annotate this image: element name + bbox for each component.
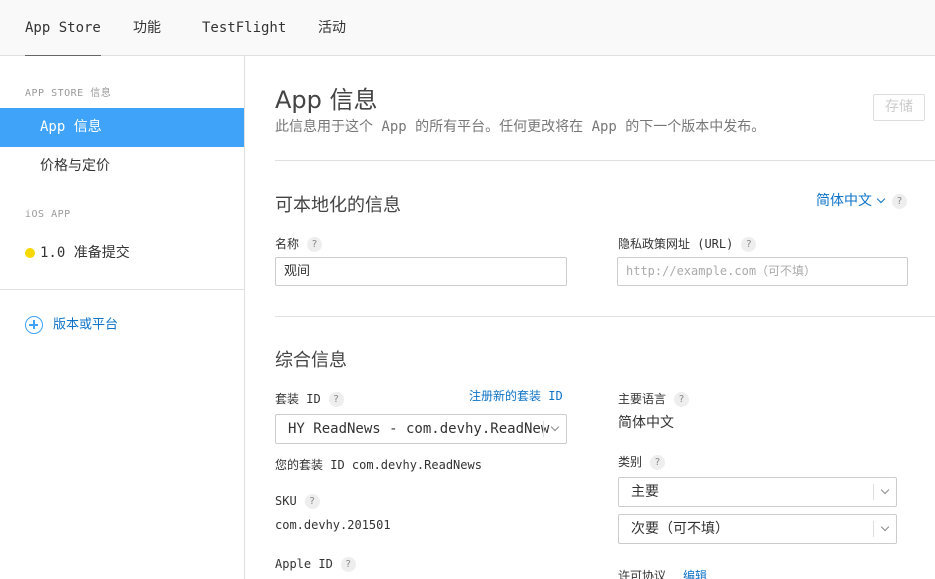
select-separator [873,484,874,500]
chevron-down-icon [880,485,890,495]
page-title: App 信息 [275,86,378,114]
version-label: 1.0 准备提交 [40,245,130,261]
sku-label: SKU? [275,494,320,509]
sidebar-section-ios-app: iOS APP [25,209,71,220]
divider [275,316,935,317]
select-separator [543,421,544,437]
help-icon[interactable]: ? [340,557,356,572]
tab-app-store[interactable]: App Store [25,0,101,57]
name-field[interactable]: 观间 [275,257,567,286]
select-separator [873,521,874,537]
status-dot-icon [25,248,35,258]
page-subtitle: 此信息用于这个 App 的所有平台。任何更改将在 App 的下一个版本中发布。 [275,119,766,135]
top-navigation: App Store 功能 TestFlight 活动 [0,0,935,57]
sidebar: APP STORE 信息 App 信息 价格与定价 iOS APP 1.0 准备… [0,56,245,579]
chevron-down-icon [550,422,560,432]
help-icon[interactable]: ? [892,194,907,209]
privacy-url-label: 隐私政策网址 (URL)? [618,235,757,252]
help-icon[interactable]: ? [307,237,323,252]
primary-category-value: 主要 [631,484,659,500]
tab-features[interactable]: 功能 [133,0,161,56]
help-icon[interactable]: ? [741,237,757,252]
chevron-down-icon [876,194,886,204]
sidebar-section-app-store: APP STORE 信息 [25,88,112,99]
apple-id-label: Apple ID? [275,557,356,572]
help-icon[interactable]: ? [328,392,344,407]
primary-language-value: 简体中文 [618,415,674,431]
help-icon[interactable]: ? [650,455,666,470]
category-label: 类别? [618,453,666,470]
language-selector-label: 简体中文 [816,193,872,209]
sidebar-item-version[interactable]: 1.0 准备提交 [25,242,130,264]
sidebar-divider [0,289,244,290]
chevron-down-icon [880,522,890,532]
license-agreement-label: 许可协议 [618,569,667,579]
language-selector[interactable]: 简体中文? [816,190,907,210]
primary-language-label: 主要语言? [618,390,690,407]
add-platform-label: 版本或平台 [53,317,119,333]
privacy-url-field[interactable]: http://example.com（可不填） [617,257,908,286]
name-label: 名称? [275,235,323,252]
bundle-id-label: 套装 ID? [275,390,344,407]
sidebar-item-pricing[interactable]: 价格与定价 [0,147,244,186]
license-edit-link[interactable]: 编辑 [683,567,707,579]
tab-activity[interactable]: 活动 [318,0,346,56]
section-title-general: 综合信息 [275,350,347,371]
register-bundle-id-link[interactable]: 注册新的套装 ID [469,387,563,404]
secondary-category-value: 次要（可不填） [631,521,729,537]
tab-testflight[interactable]: TestFlight [202,0,286,56]
save-button[interactable]: 存储 [873,94,925,121]
bundle-id-select[interactable]: HY ReadNews - com.devhy.ReadNew [275,414,567,444]
divider [275,160,935,161]
sku-value: com.devhy.201501 [275,518,391,532]
primary-category-select[interactable]: 主要 [618,477,897,507]
add-platform-button[interactable]: 版本或平台 [25,316,118,334]
help-icon[interactable]: ? [304,494,320,509]
bundle-id-hint: 您的套装 ID com.devhy.ReadNews [275,458,482,472]
help-icon[interactable]: ? [674,392,690,407]
plus-circle-icon [25,316,43,334]
section-title-localizable: 可本地化的信息 [275,195,401,216]
sidebar-item-app-info[interactable]: App 信息 [0,108,244,147]
main-content: App 信息 此信息用于这个 App 的所有平台。任何更改将在 App 的下一个… [245,56,935,579]
secondary-category-select[interactable]: 次要（可不填） [618,514,897,544]
bundle-id-value: HY ReadNews - com.devhy.ReadNew [288,421,550,437]
